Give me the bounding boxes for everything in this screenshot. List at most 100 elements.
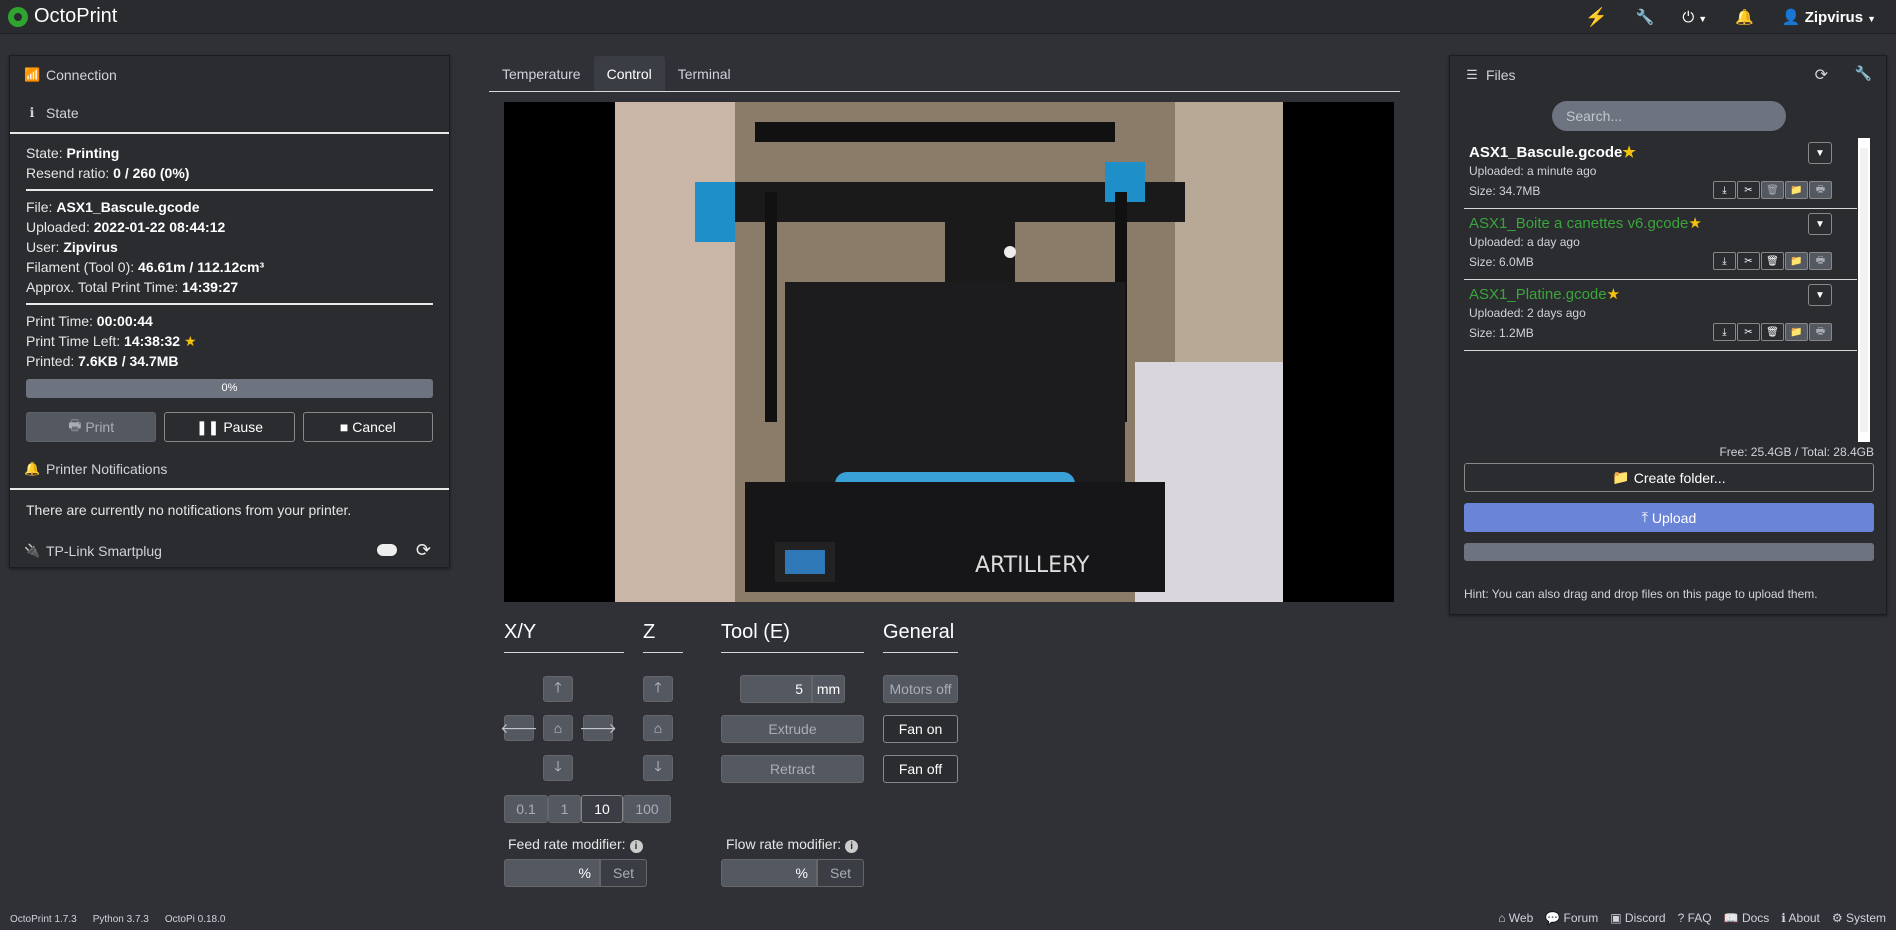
print-icon[interactable]: 🖶 [1809,252,1832,270]
slice-icon[interactable]: ✂ [1737,181,1760,199]
footer-link-web[interactable]: ⌂ Web [1498,911,1533,925]
trash-icon[interactable]: 🗑 [1761,181,1784,199]
footer-link-docs[interactable]: 📖 Docs [1724,911,1770,925]
tab-terminal[interactable]: Terminal [665,56,744,91]
footer-link-system[interactable]: ⚙ System [1832,911,1886,925]
footer-link-about[interactable]: ℹ About [1781,911,1820,925]
jog-x-minus-button[interactable]: 🡐 [500,715,538,741]
file-uploaded: Uploaded: a day ago [1469,235,1580,249]
folder-icon[interactable]: 📁 [1785,252,1808,270]
slice-icon[interactable]: ✂ [1737,252,1760,270]
settings-wrench-icon[interactable]: 🔧 [1636,8,1655,26]
list-item[interactable]: ASX1_Bascule.gcode★ Uploaded: a minute a… [1464,138,1857,209]
print-icon[interactable]: 🖶 [1809,323,1832,341]
download-icon[interactable]: ⤓ [1713,181,1736,199]
printtime-value: 00:00:44 [96,313,153,329]
file-name[interactable]: ASX1_Platine.gcode★ [1469,285,1620,303]
state-header[interactable]: ℹ State [10,94,449,132]
wrench-icon[interactable]: 🔧 [1855,65,1872,82]
file-name[interactable]: ASX1_Bascule.gcode★ [1469,143,1636,161]
footer-link-forum[interactable]: 💬 Forum [1545,911,1598,925]
state-line: State: Printing [26,145,120,161]
download-icon[interactable]: ⤓ [1713,252,1736,270]
upload-button[interactable]: ⤒ Upload [1464,503,1874,532]
divider [643,652,683,653]
folder-icon[interactable]: 📁 [1785,323,1808,341]
refresh-icon[interactable]: ⟳ [1815,65,1828,85]
approx-line: Approx. Total Print Time: 14:39:27 [26,279,239,295]
jog-x-plus-button[interactable]: 🡒 [579,715,617,741]
tab-control[interactable]: Control [593,56,665,91]
stop-icon: ■ [339,419,349,435]
version-info: OctoPrint 1.7.3 Python 3.7.3 OctoPi 0.18… [10,914,225,925]
octoprint-version: OctoPrint 1.7.3 [10,914,77,925]
feed-rate-input[interactable]: % [504,859,600,887]
user-menu[interactable]: 👤 Zipvirus ▼ [1782,8,1876,26]
step-1-button[interactable]: 1 [548,795,581,823]
notifications-header[interactable]: 🔔 Printer Notifications [10,450,449,488]
footer-link-faq[interactable]: ? FAQ [1678,911,1712,925]
list-item[interactable]: ASX1_Platine.gcode★ Uploaded: 2 days ago… [1464,280,1857,351]
download-icon[interactable]: ⤓ [1713,323,1736,341]
files-search-input[interactable]: Search... [1552,101,1786,131]
signal-icon: 📶 [24,67,41,82]
print-button[interactable]: 🖶 Print [26,412,157,442]
home-xy-button[interactable]: ⌂ [543,715,573,741]
jog-y-plus-button[interactable]: 🡑 [543,676,573,702]
pause-icon: ❚❚ [195,418,220,435]
flow-rate-label: Flow rate modifier: i [726,836,859,853]
slice-icon[interactable]: ✂ [1737,323,1760,341]
svg-text:ARTILLERY: ARTILLERY [975,553,1090,578]
arrow-down-icon: 🡓 [554,758,562,774]
connection-header[interactable]: 📶 Connection [10,56,449,94]
fan-on-button[interactable]: Fan on [883,715,958,743]
toggle-icon[interactable] [377,544,397,556]
fan-off-button[interactable]: Fan off [883,755,958,783]
step-10-button[interactable]: 10 [581,795,623,823]
jog-z-plus-button[interactable]: 🡑 [643,676,673,702]
system-menu[interactable]: ⏻ ▼ [1682,9,1707,26]
extrude-amount-input[interactable]: 5 [740,675,812,703]
step-0-1-button[interactable]: 0.1 [504,795,548,823]
bell-icon: 🔔 [24,461,41,476]
footer-link-discord[interactable]: ▣ Discord [1610,911,1665,925]
file-expand-button[interactable]: ▼ [1808,213,1832,235]
flow-rate-input[interactable]: % [721,859,817,887]
brand[interactable]: OctoPrint [8,5,117,28]
home-z-button[interactable]: ⌂ [643,715,673,741]
jog-z-minus-button[interactable]: 🡓 [643,755,673,781]
trash-icon[interactable]: 🗑 [1761,323,1784,341]
user-line: User: Zipvirus [26,239,118,255]
general-title: General [883,621,955,643]
info-icon[interactable]: i [845,840,859,853]
home-icon: ⌂ [1498,911,1506,925]
printtime-line: Print Time: 00:00:44 [26,313,153,329]
divider [10,488,449,490]
system-icon: ⚙ [1831,911,1843,925]
feed-rate-set-button[interactable]: Set [600,859,647,887]
info-icon[interactable]: i [629,840,643,853]
print-icon[interactable]: 🖶 [1809,181,1832,199]
file-list-scrollbar[interactable] [1858,138,1870,442]
folder-icon[interactable]: 📁 [1785,181,1808,199]
smartplug-title: TP-Link Smartplug [46,543,162,559]
trash-icon[interactable]: 🗑 [1761,252,1784,270]
file-name[interactable]: ASX1_Boite a canettes v6.gcode★ [1469,214,1702,232]
file-expand-button[interactable]: ▼ [1808,284,1832,306]
refresh-icon[interactable]: ⟳ [416,540,431,561]
file-expand-button[interactable]: ▼ [1808,142,1832,164]
list-item[interactable]: ASX1_Boite a canettes v6.gcode★ Uploaded… [1464,209,1857,280]
create-folder-button[interactable]: 📁 Create folder... [1464,463,1874,492]
flow-rate-set-button[interactable]: Set [817,859,864,887]
tab-temperature[interactable]: Temperature [489,56,594,91]
cancel-button[interactable]: ■ Cancel [302,412,433,442]
power-status-icon[interactable]: ⚡ [1585,7,1607,28]
smartplug-header[interactable]: 🔌 TP-Link Smartplug ⟳ [10,532,449,570]
notifications-bell-icon[interactable]: 🔔 [1735,8,1754,26]
extrude-button[interactable]: Extrude [721,715,864,743]
retract-button[interactable]: Retract [721,755,864,783]
motors-off-button[interactable]: Motors off [883,675,958,703]
pause-button[interactable]: ❚❚ Pause [164,412,295,442]
step-100-button[interactable]: 100 [623,795,671,823]
jog-y-minus-button[interactable]: 🡓 [543,755,573,781]
